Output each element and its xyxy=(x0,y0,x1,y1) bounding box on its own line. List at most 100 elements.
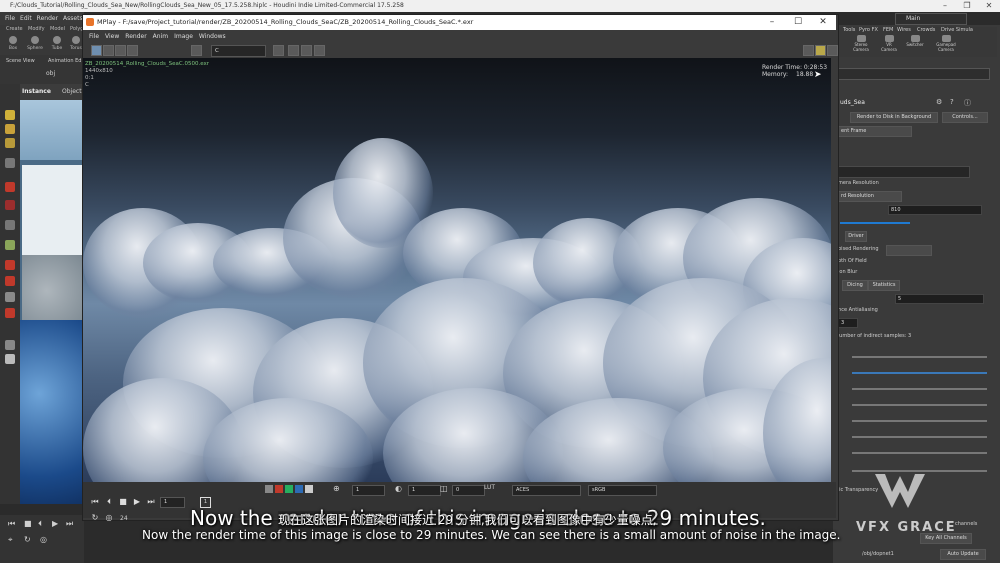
menu-assets[interactable]: Assets xyxy=(63,15,83,22)
mplay-close-icon[interactable]: ✕ xyxy=(810,15,836,30)
view-mode-icon[interactable] xyxy=(91,45,102,56)
color-swatch-icon[interactable] xyxy=(191,45,202,56)
grid-icon[interactable] xyxy=(115,45,126,56)
exposure-field[interactable]: 1 xyxy=(408,485,441,496)
box-tool[interactable]: Box xyxy=(5,36,21,51)
close-icon[interactable]: ✕ xyxy=(978,0,1000,12)
gear-icon[interactable]: ⚙ xyxy=(936,98,942,106)
layout-grid-icon[interactable] xyxy=(815,45,826,56)
output-picture-field[interactable] xyxy=(838,166,970,178)
pin-icon[interactable] xyxy=(288,45,299,56)
info-icon[interactable]: ⓘ xyxy=(964,98,971,108)
lock-icon[interactable] xyxy=(5,292,15,302)
home-icon[interactable] xyxy=(5,354,15,364)
param-slider-4[interactable] xyxy=(852,404,987,406)
shelf-tab-model[interactable]: Model xyxy=(50,26,65,34)
vr-camera-tool[interactable]: VR Camera xyxy=(879,35,899,52)
channel-arrows-icon[interactable] xyxy=(273,45,284,56)
tube-tool[interactable]: Tube xyxy=(49,36,65,51)
snap-tool-icon[interactable] xyxy=(5,220,15,230)
controls-button[interactable]: Controls... xyxy=(942,112,988,123)
display-tool-icon[interactable] xyxy=(5,240,15,250)
auto-update-button[interactable]: Auto Update xyxy=(940,549,986,560)
mplay-play-icon[interactable]: ▶ xyxy=(132,497,142,507)
tab-dicing[interactable]: Dicing xyxy=(842,280,868,291)
render-region-icon[interactable] xyxy=(5,260,15,270)
shelf-tab-drive[interactable]: Drive Simula xyxy=(941,27,973,33)
mplay-skip-start-icon[interactable]: ⏮ xyxy=(90,497,100,507)
frame-field[interactable]: 1 xyxy=(160,497,185,508)
shelf-tab-pyro[interactable]: Pyro FX xyxy=(859,27,878,33)
samples-field[interactable]: 5 xyxy=(895,294,984,304)
param-slider-1[interactable] xyxy=(852,356,987,358)
mplay-menu-image[interactable]: Image xyxy=(174,33,193,40)
shelf-tab-create[interactable]: Create xyxy=(6,26,23,34)
viewer-mode-object[interactable]: Object xyxy=(62,88,82,95)
frame-mode-select[interactable]: ent Frame xyxy=(838,126,912,137)
network-path[interactable]: obj xyxy=(46,70,55,77)
mplay-menu-windows[interactable]: Windows xyxy=(199,33,226,40)
shelf-tab-wires[interactable]: Wires xyxy=(897,27,911,33)
blue-channel-icon[interactable] xyxy=(295,485,303,493)
shelf-tab-crowds[interactable]: Crowds xyxy=(917,27,935,33)
frame-icon[interactable] xyxy=(127,45,138,56)
viewer-mode-instance[interactable]: Instance xyxy=(22,88,51,95)
info-toggle-icon[interactable] xyxy=(314,45,325,56)
loop-icon[interactable]: ↻ xyxy=(24,535,31,544)
mplay-menu-file[interactable]: File xyxy=(89,33,99,40)
mplay-minimize-icon[interactable]: – xyxy=(759,15,785,30)
mplay-menu-render[interactable]: Render xyxy=(125,33,146,40)
output-space-select[interactable]: sRGB xyxy=(588,485,657,496)
shelf-tab-fem[interactable]: FEM xyxy=(883,27,893,33)
tab-statistics[interactable]: Statistics xyxy=(868,280,900,291)
help-icon[interactable]: ? xyxy=(950,98,954,106)
camera-tool-icon[interactable] xyxy=(5,200,15,210)
mplay-menu-anim[interactable]: Anim xyxy=(153,33,168,40)
rgb-icon[interactable] xyxy=(265,485,273,493)
menu-edit[interactable]: Edit xyxy=(20,15,32,22)
minimize-icon[interactable]: – xyxy=(934,0,956,12)
maximize-icon[interactable]: ❐ xyxy=(956,0,978,12)
select-tool-icon[interactable] xyxy=(5,110,15,120)
mplay-loop-icon[interactable]: ↻ xyxy=(90,513,100,523)
param-slider-6[interactable] xyxy=(852,436,987,438)
layout-quad-icon[interactable] xyxy=(827,45,838,56)
pose-tool-icon[interactable] xyxy=(5,158,15,168)
param-slider-2[interactable] xyxy=(852,372,987,374)
play-icon[interactable]: ▶ xyxy=(52,519,58,528)
transform-tool-icon[interactable] xyxy=(5,124,15,134)
menu-file[interactable]: File xyxy=(5,15,15,22)
param-slider-5[interactable] xyxy=(852,420,987,422)
ghost-icon[interactable] xyxy=(5,276,15,286)
render-background-button[interactable]: Render to Disk in Background xyxy=(850,112,938,123)
shelf-tab-tools[interactable]: Tools xyxy=(843,27,855,33)
playback-fps[interactable]: 24 xyxy=(120,515,128,522)
zoom-icon[interactable] xyxy=(301,45,312,56)
gamma-icon[interactable]: ⊕ xyxy=(333,484,340,493)
alpha-channel-icon[interactable] xyxy=(305,485,313,493)
magnet-icon[interactable] xyxy=(5,308,15,318)
tab-animation-editor[interactable]: Animation Ed xyxy=(48,58,81,64)
switcher-tool[interactable]: Switcher xyxy=(905,35,925,47)
sphere-tool[interactable]: Sphere xyxy=(27,36,43,51)
rendering-mode-select[interactable] xyxy=(886,245,932,256)
exposure-icon[interactable]: ◐ xyxy=(395,484,402,493)
keyframe-icon[interactable]: ⌖ xyxy=(8,535,13,545)
handle-tool-icon[interactable] xyxy=(5,138,15,148)
light-tool-icon[interactable] xyxy=(5,182,15,192)
param-slider-3[interactable] xyxy=(852,388,987,390)
pixel-samples-field[interactable]: 3 xyxy=(838,318,858,328)
menu-render[interactable]: Render xyxy=(37,15,58,22)
step-back-icon[interactable]: ⏴ xyxy=(38,519,42,529)
tab-scene-view[interactable]: Scene View xyxy=(6,58,35,64)
mplay-skip-end-icon[interactable]: ⏭ xyxy=(146,497,156,507)
gamma-field[interactable]: 1 xyxy=(352,485,385,496)
mplay-step-back-icon[interactable]: ⏴ xyxy=(104,497,114,507)
mplay-stop-icon[interactable]: ■ xyxy=(118,497,128,507)
depth-of-field-toggle[interactable]: pth Of Field xyxy=(838,258,867,264)
motion-blur-toggle[interactable]: ion Blur xyxy=(838,269,857,275)
lut-icon[interactable]: LUT xyxy=(484,484,495,491)
stereo-camera-tool[interactable]: Stereo Camera xyxy=(851,35,871,52)
layout-single-icon[interactable] xyxy=(803,45,814,56)
param-slider-7[interactable] xyxy=(852,452,987,454)
